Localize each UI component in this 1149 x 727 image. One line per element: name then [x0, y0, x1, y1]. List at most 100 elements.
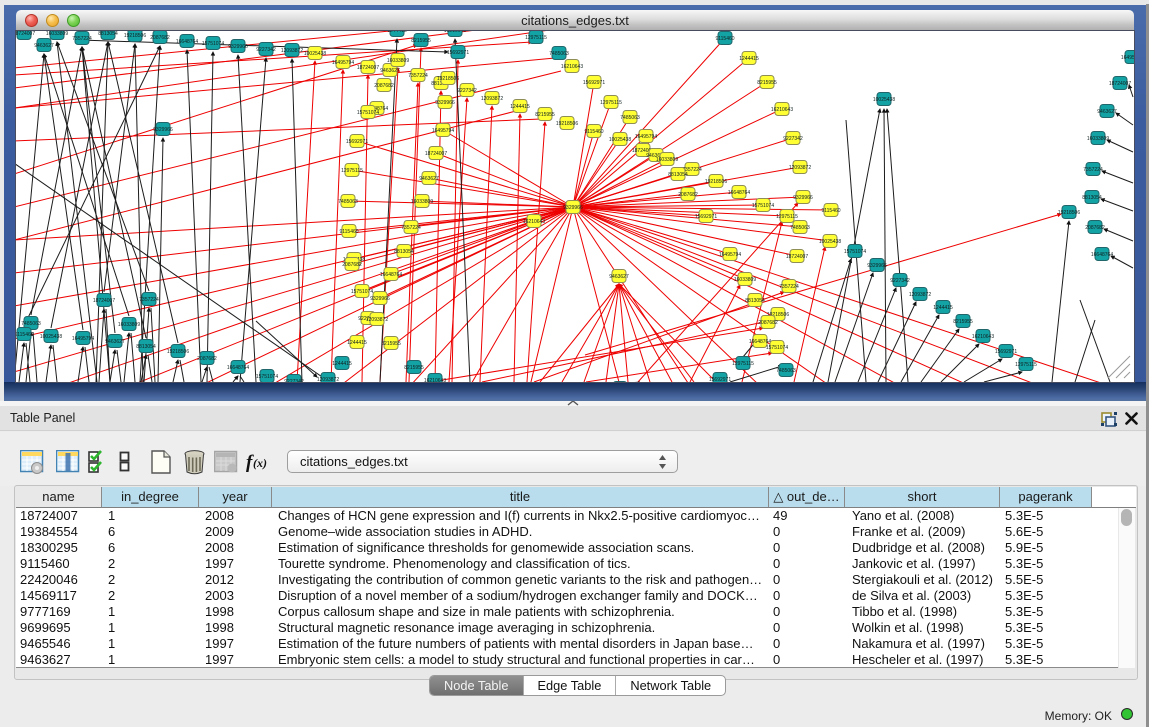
svg-text:15751074: 15751074: [357, 110, 379, 116]
svg-text:10025438: 10025438: [40, 334, 62, 340]
svg-text:9463627: 9463627: [609, 274, 629, 280]
svg-text:16495794: 16495794: [635, 134, 657, 140]
svg-text:9463627: 9463627: [105, 339, 125, 345]
svg-text:16033809: 16033809: [656, 157, 678, 163]
svg-text:7357224: 7357224: [1083, 167, 1103, 173]
svg-text:18724007: 18724007: [1109, 81, 1131, 87]
svg-text:16648764: 16648764: [227, 365, 249, 371]
svg-text:1244415: 1244415: [347, 340, 367, 346]
svg-text:16033809: 16033809: [46, 31, 68, 37]
svg-text:7357224: 7357224: [408, 73, 428, 79]
svg-text:19218506: 19218506: [437, 76, 459, 82]
svg-text:18724007: 18724007: [425, 151, 447, 157]
svg-text:(x): (x): [253, 456, 267, 470]
svg-text:7485063: 7485063: [549, 51, 569, 57]
svg-text:7485063: 7485063: [338, 199, 358, 205]
svg-text:16210643: 16210643: [424, 378, 446, 382]
svg-text:19218506: 19218506: [556, 121, 578, 127]
svg-text:8813054: 8813054: [668, 172, 688, 178]
svg-text:16210643: 16210643: [972, 334, 994, 340]
svg-text:12093872: 12093872: [366, 317, 388, 323]
svg-text:12975115: 12975115: [1015, 362, 1037, 368]
svg-text:8813054: 8813054: [136, 344, 156, 350]
svg-text:16210643: 16210643: [444, 31, 466, 34]
svg-text:9329966: 9329966: [435, 100, 455, 106]
svg-text:8215955: 8215955: [381, 341, 401, 347]
svg-text:15692971: 15692971: [709, 377, 731, 382]
svg-text:12975115: 12975115: [732, 361, 754, 367]
svg-text:9463627: 9463627: [34, 43, 54, 49]
svg-text:9115460: 9115460: [16, 332, 34, 338]
svg-text:12093872: 12093872: [317, 377, 339, 382]
svg-text:9115460: 9115460: [715, 36, 734, 42]
svg-text:1244415: 1244415: [510, 104, 530, 110]
svg-text:15751074: 15751074: [766, 345, 788, 351]
svg-text:7485063: 7485063: [790, 225, 810, 231]
svg-text:9329966: 9329966: [228, 44, 248, 50]
svg-text:8215955: 8215955: [535, 112, 555, 118]
svg-text:16210643: 16210643: [771, 107, 793, 113]
svg-text:8813054: 8813054: [745, 298, 765, 304]
svg-text:19218506: 19218506: [124, 33, 146, 39]
svg-text:18724007: 18724007: [93, 298, 115, 304]
svg-text:2087682: 2087682: [150, 35, 170, 41]
svg-text:16033809: 16033809: [1087, 136, 1109, 142]
svg-text:9329966: 9329966: [563, 205, 583, 211]
svg-text:12975115: 12975115: [600, 100, 622, 106]
svg-text:7357224: 7357224: [401, 225, 421, 231]
svg-text:9227342: 9227342: [890, 278, 910, 284]
svg-text:12093872: 12093872: [909, 292, 931, 298]
svg-text:16033809: 16033809: [118, 322, 140, 328]
svg-text:16210643: 16210643: [523, 219, 545, 225]
svg-text:9115460: 9115460: [339, 229, 358, 235]
svg-text:7485063: 7485063: [776, 368, 796, 374]
svg-text:15692971: 15692971: [346, 139, 368, 145]
svg-text:16648764: 16648764: [176, 39, 198, 45]
svg-text:16648764: 16648764: [1091, 252, 1113, 258]
svg-text:1244415: 1244415: [933, 305, 953, 311]
svg-text:15751074: 15751074: [351, 289, 373, 295]
svg-text:7485063: 7485063: [620, 115, 640, 121]
svg-text:7485063: 7485063: [21, 321, 41, 327]
svg-text:8215955: 8215955: [953, 319, 973, 325]
svg-text:9227342: 9227342: [284, 379, 304, 382]
svg-text:1244415: 1244415: [387, 31, 407, 34]
svg-text:18724007: 18724007: [16, 31, 35, 37]
svg-text:2087682: 2087682: [678, 192, 698, 198]
svg-text:10025438: 10025438: [609, 137, 631, 143]
svg-text:15751074: 15751074: [256, 374, 278, 380]
svg-text:12975115: 12975115: [776, 214, 798, 220]
svg-text:1244415: 1244415: [739, 56, 759, 62]
svg-text:7357224: 7357224: [779, 284, 799, 290]
svg-text:16495794: 16495794: [719, 252, 741, 258]
svg-text:12093872: 12093872: [281, 48, 303, 54]
svg-text:9463627: 9463627: [380, 68, 400, 74]
svg-text:8215955: 8215955: [404, 365, 424, 371]
svg-text:15692971: 15692971: [583, 80, 605, 86]
svg-text:15751074: 15751074: [202, 41, 224, 47]
svg-text:2087682: 2087682: [758, 320, 778, 326]
svg-text:12093872: 12093872: [789, 165, 811, 171]
svg-text:16033809: 16033809: [387, 58, 409, 64]
svg-text:9463627: 9463627: [1097, 109, 1117, 115]
svg-text:9329966: 9329966: [867, 263, 887, 269]
svg-text:12975115: 12975115: [341, 168, 363, 174]
svg-text:10025438: 10025438: [819, 239, 841, 245]
svg-text:2087682: 2087682: [1085, 225, 1105, 231]
svg-text:1244415: 1244415: [332, 361, 352, 367]
svg-text:9329966: 9329966: [153, 127, 173, 133]
svg-text:15751074: 15751074: [752, 203, 774, 209]
svg-text:19218506: 19218506: [705, 179, 727, 185]
svg-text:12975115: 12975115: [525, 35, 547, 41]
svg-text:8215955: 8215955: [757, 80, 777, 86]
svg-text:9227342: 9227342: [783, 136, 803, 142]
svg-text:16648764: 16648764: [380, 272, 402, 278]
svg-text:16033809: 16033809: [411, 199, 433, 205]
svg-text:9115460: 9115460: [584, 129, 603, 135]
svg-text:16210643: 16210643: [561, 64, 583, 70]
svg-text:19218506: 19218506: [167, 349, 189, 355]
svg-text:15692971: 15692971: [447, 50, 469, 56]
svg-text:15751074: 15751074: [844, 249, 866, 255]
svg-text:10025438: 10025438: [873, 97, 895, 103]
svg-text:10025438: 10025438: [304, 51, 326, 57]
